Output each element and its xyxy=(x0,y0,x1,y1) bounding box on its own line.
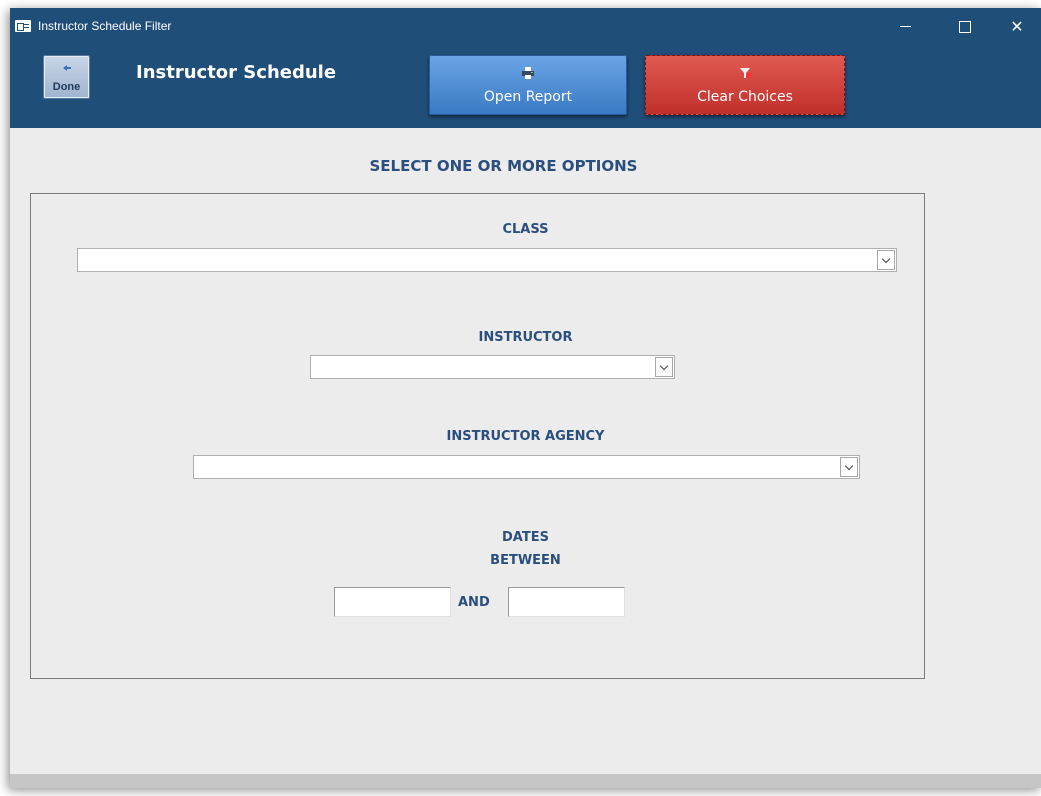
minimize-icon xyxy=(899,26,911,27)
back-arrow-icon xyxy=(63,65,71,71)
agency-label: INSTRUCTOR AGENCY xyxy=(446,429,605,444)
done-label: Done xyxy=(52,81,81,93)
end-date-input[interactable] xyxy=(508,587,625,617)
window-title: Instructor Schedule Filter xyxy=(38,19,172,33)
dates-label: DATES xyxy=(502,530,549,545)
form-footer xyxy=(10,774,1041,788)
form-title: Instructor Schedule xyxy=(136,62,337,83)
form-icon xyxy=(15,20,31,32)
close-button[interactable]: ✕ xyxy=(994,8,1040,45)
class-combo[interactable] xyxy=(77,248,897,272)
maximize-icon xyxy=(959,20,971,33)
class-label: CLASS xyxy=(502,222,549,237)
form-header: Done Instructor Schedule Open Report Cle… xyxy=(10,45,1041,128)
clear-choices-button[interactable]: Clear Choices xyxy=(645,55,845,115)
chevron-down-icon[interactable] xyxy=(655,357,673,377)
and-label: AND xyxy=(458,595,490,610)
instructor-combo[interactable] xyxy=(310,355,675,379)
done-button[interactable]: Done xyxy=(43,55,90,99)
agency-combo[interactable] xyxy=(193,455,860,479)
maximize-button[interactable] xyxy=(942,8,988,45)
chevron-down-icon[interactable] xyxy=(840,457,858,477)
open-report-label: Open Report xyxy=(483,89,573,105)
instructor-label: INSTRUCTOR xyxy=(478,330,573,345)
section-title: SELECT ONE OR MORE OPTIONS xyxy=(369,157,638,175)
close-icon: ✕ xyxy=(1010,17,1024,36)
start-date-input[interactable] xyxy=(334,587,451,617)
access-form-window: Instructor Schedule Filter ✕ Done Instru… xyxy=(10,8,1041,788)
filter-clear-icon xyxy=(740,68,752,78)
title-bar[interactable]: Instructor Schedule Filter ✕ xyxy=(10,8,1041,45)
between-label: BETWEEN xyxy=(490,553,561,568)
minimize-button[interactable] xyxy=(882,8,928,45)
printer-icon xyxy=(522,67,534,79)
open-report-button[interactable]: Open Report xyxy=(429,55,627,115)
chevron-down-icon[interactable] xyxy=(877,250,895,270)
clear-choices-label: Clear Choices xyxy=(697,89,793,105)
